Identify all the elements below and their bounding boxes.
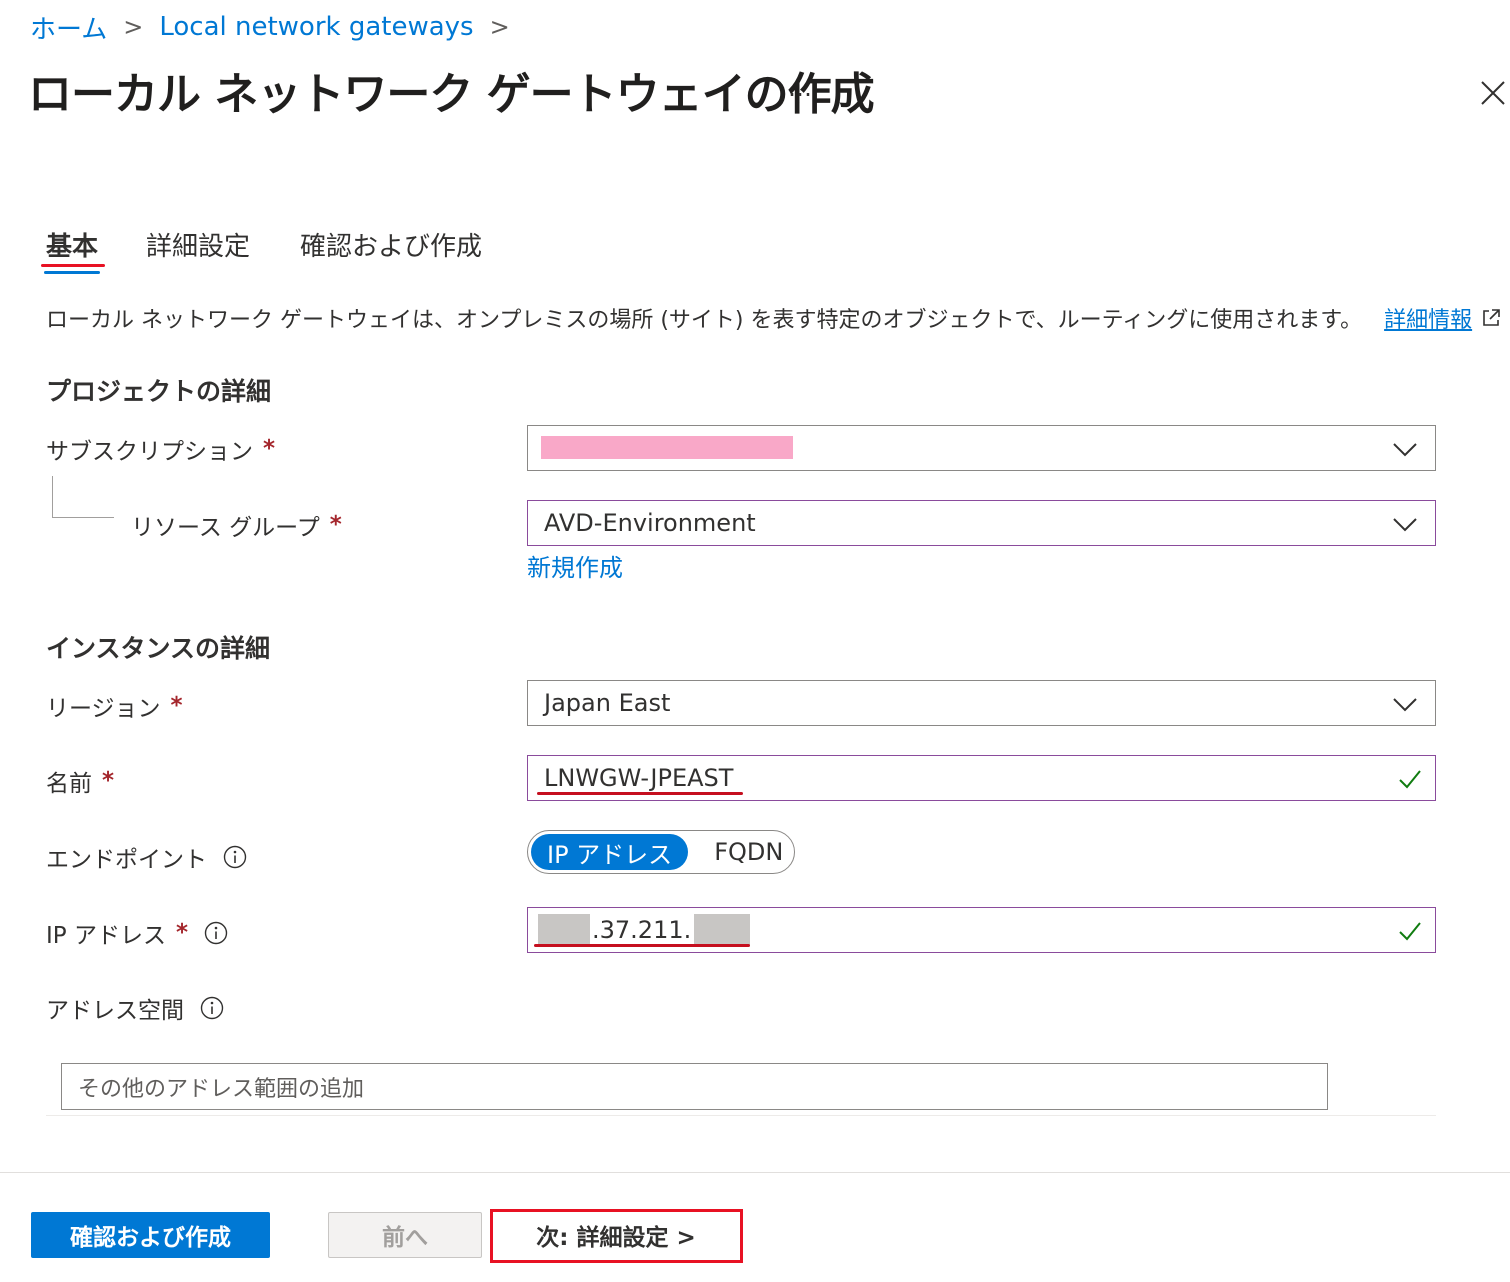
region-label-text: リージョン — [46, 696, 161, 722]
breadcrumb-separator: > — [123, 13, 144, 41]
checkmark-icon — [1399, 922, 1421, 941]
info-icon[interactable] — [223, 845, 247, 869]
required-marker: * — [263, 436, 276, 462]
review-create-button[interactable]: 確認および作成 — [31, 1212, 270, 1258]
subscription-label: サブスクリプション * — [46, 432, 275, 466]
annotation-highlight-box — [490, 1209, 743, 1263]
resource-group-label: リソース グループ * — [131, 508, 342, 542]
active-tab-indicator — [44, 271, 100, 274]
chevron-down-icon — [1393, 518, 1417, 532]
checkmark-icon — [1399, 770, 1421, 789]
chevron-down-icon — [1393, 698, 1417, 712]
tab-review-create[interactable]: 確認および作成 — [300, 226, 482, 263]
tree-connector — [52, 476, 114, 518]
instance-details-heading: インスタンスの詳細 — [46, 634, 271, 663]
ip-address-label: IP アドレス * — [46, 916, 228, 950]
info-icon[interactable] — [200, 996, 224, 1020]
address-space-placeholder: その他のアドレス範囲の追加 — [78, 1076, 365, 1102]
subscription-label-text: サブスクリプション — [46, 439, 253, 465]
info-icon[interactable] — [204, 921, 228, 945]
breadcrumb: ホーム > Local network gateways > — [30, 9, 510, 46]
breadcrumb-separator: > — [489, 13, 510, 41]
breadcrumb-home-link[interactable]: ホーム — [30, 9, 107, 46]
region-value: Japan East — [544, 689, 671, 717]
annotation-underline — [537, 792, 743, 795]
address-space-input[interactable]: その他のアドレス範囲の追加 — [61, 1063, 1328, 1110]
endpoint-label-text: エンドポイント — [46, 847, 207, 873]
divider — [46, 1115, 1436, 1116]
ip-address-input[interactable]: .37.211. — [527, 907, 1436, 953]
description-text: ローカル ネットワーク ゲートウェイは、オンプレミスの場所 (サイト) を表す特… — [46, 308, 1363, 333]
resource-group-dropdown[interactable]: AVD-Environment — [527, 500, 1436, 546]
region-dropdown[interactable]: Japan East — [527, 680, 1436, 726]
region-label: リージョン * — [46, 689, 183, 723]
endpoint-option-ip[interactable]: IP アドレス — [531, 834, 689, 870]
external-link-icon[interactable] — [1480, 307, 1502, 329]
tab-advanced[interactable]: 詳細設定 — [146, 226, 250, 263]
project-details-heading: プロジェクトの詳細 — [46, 377, 272, 406]
create-new-link[interactable]: 新規作成 — [527, 548, 623, 583]
chevron-down-icon — [1393, 443, 1417, 457]
address-space-label-text: アドレス空間 — [46, 998, 184, 1024]
required-marker: * — [102, 768, 115, 794]
redacted-value — [538, 914, 590, 946]
ip-address-label-text: IP アドレス — [46, 923, 166, 949]
close-icon[interactable] — [1478, 78, 1508, 108]
name-input[interactable]: LNWGW-JPEAST — [527, 755, 1436, 801]
endpoint-option-fqdn[interactable]: FQDN — [688, 838, 783, 866]
name-label-text: 名前 — [46, 771, 92, 797]
resource-group-label-text: リソース グループ — [131, 515, 320, 541]
annotation-underline — [41, 264, 105, 267]
subscription-dropdown[interactable] — [527, 425, 1436, 471]
address-space-label: アドレス空間 — [46, 991, 224, 1025]
redacted-value — [694, 914, 750, 946]
page-title: ローカル ネットワーク ゲートウェイの作成 — [28, 69, 875, 120]
annotation-underline — [534, 944, 750, 947]
previous-button[interactable]: 前へ — [328, 1212, 482, 1258]
learn-more-link[interactable]: 詳細情報 — [1384, 302, 1472, 334]
required-marker: * — [329, 512, 342, 538]
required-marker: * — [170, 693, 183, 719]
endpoint-label: エンドポイント — [46, 840, 247, 874]
breadcrumb-parent-link[interactable]: Local network gateways — [159, 12, 473, 42]
name-value: LNWGW-JPEAST — [544, 764, 734, 792]
required-marker: * — [175, 920, 188, 946]
redacted-value — [541, 436, 793, 459]
description: ローカル ネットワーク ゲートウェイは、オンプレミスの場所 (サイト) を表す特… — [46, 302, 1502, 334]
ip-address-value: .37.211. — [592, 916, 692, 944]
tab-basics[interactable]: 基本 — [46, 226, 98, 263]
divider — [0, 1172, 1510, 1173]
more-options-button[interactable]: … — [788, 74, 814, 102]
name-label: 名前 * — [46, 764, 114, 798]
resource-group-value: AVD-Environment — [544, 509, 756, 537]
endpoint-toggle[interactable]: IP アドレス FQDN — [527, 830, 795, 874]
